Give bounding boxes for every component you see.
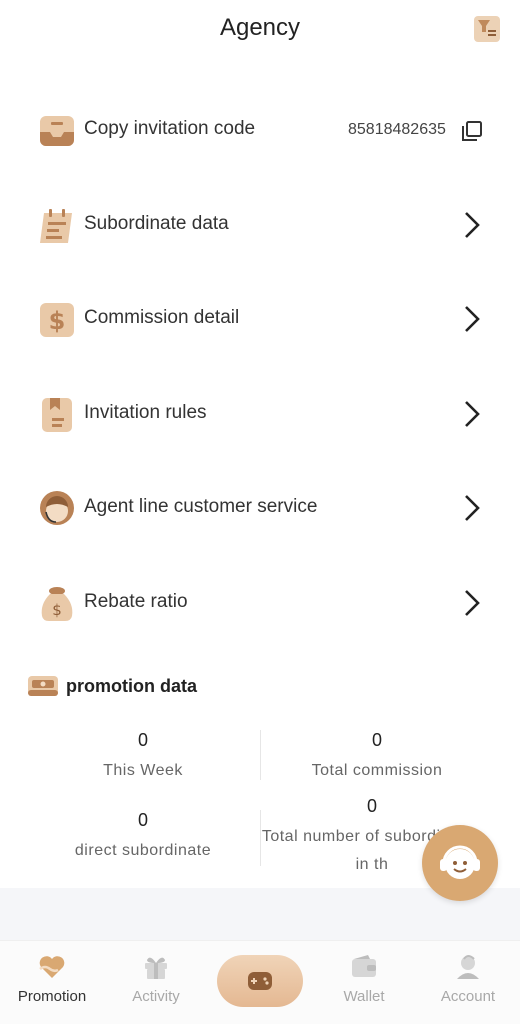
- menu-item-commission-detail[interactable]: $ Commission detail: [0, 272, 520, 367]
- tab-game-center-button[interactable]: [217, 955, 303, 1007]
- agent-avatar-icon: [40, 491, 74, 525]
- chevron-right-icon: [465, 589, 480, 616]
- page-title: Agency: [219, 14, 301, 41]
- floating-support-button[interactable]: [422, 825, 498, 901]
- menu-item-label: Rebate ratio: [84, 590, 188, 612]
- menu-item-rebate-ratio[interactable]: $ Rebate ratio: [0, 556, 520, 651]
- menu-item-invitation-rules[interactable]: Invitation rules: [0, 367, 520, 462]
- calendar-notes-icon: [40, 208, 72, 243]
- chevron-right-icon: [465, 400, 480, 427]
- gamepad-icon: [248, 972, 272, 990]
- bookmark-doc-icon: [42, 397, 72, 432]
- chevron-right-icon: [465, 211, 480, 238]
- chevron-right-icon: [465, 495, 480, 521]
- gift-icon: [145, 957, 167, 979]
- menu-item-label: Agent line customer service: [84, 496, 318, 517]
- tab-label: Account: [440, 988, 496, 1005]
- stat-total-commission: 0 Total commission: [257, 730, 497, 785]
- wallet-icon: [352, 955, 376, 977]
- menu-item-label: Commission detail: [84, 307, 240, 328]
- tab-account[interactable]: Account: [416, 941, 520, 1024]
- bottom-tab-bar: Promotion Activity Wallet Account: [0, 940, 520, 1024]
- promotion-data-title: promotion data: [66, 676, 197, 696]
- money-bag-icon: $: [41, 586, 73, 621]
- top-bar: Agency: [0, 0, 520, 62]
- svg-text:$: $: [52, 601, 62, 619]
- stat-value: 0: [366, 796, 377, 816]
- tab-promotion[interactable]: Promotion: [0, 941, 104, 1024]
- copy-icon[interactable]: [460, 119, 484, 143]
- menu-item-label: Invitation rules: [84, 401, 207, 423]
- stat-label: direct subordinate: [74, 842, 212, 859]
- tab-activity[interactable]: Activity: [104, 941, 208, 1024]
- stat-value: 0: [137, 730, 148, 750]
- stat-label: This Week: [103, 762, 183, 779]
- inbox-tray-icon: [40, 116, 74, 146]
- headset-support-icon: [440, 845, 480, 879]
- menu-item-label: Subordinate data: [84, 212, 229, 234]
- tab-label: Wallet: [343, 988, 385, 1005]
- tab-label: Promotion: [17, 988, 87, 1005]
- invitation-code-value: 85818482635: [348, 121, 446, 138]
- tab-wallet[interactable]: Wallet: [312, 941, 416, 1024]
- stat-value: 0: [371, 730, 382, 750]
- agency-doc-icon[interactable]: [472, 14, 502, 44]
- menu-item-copy-invitation-code[interactable]: Copy invitation code 85818482635: [0, 83, 520, 178]
- dollar-icon: $: [40, 303, 74, 337]
- stat-label: Total commission: [311, 762, 443, 779]
- menu-item-label: Copy invitation code: [84, 118, 256, 139]
- tab-label: Activity: [132, 988, 180, 1005]
- agency-menu: Copy invitation code 85818482635 Subordi…: [0, 83, 520, 650]
- stat-value: 0: [137, 810, 148, 830]
- stat-this-week: 0 This Week: [23, 730, 263, 785]
- promotion-heart-icon: [39, 956, 65, 978]
- menu-item-agent-customer-service[interactable]: Agent line customer service: [0, 461, 520, 556]
- chevron-right-icon: [465, 306, 480, 332]
- account-icon: [457, 955, 479, 979]
- menu-item-subordinate-data[interactable]: Subordinate data: [0, 178, 520, 273]
- wallet-cash-icon: [28, 676, 58, 696]
- svg-text:$: $: [49, 307, 66, 335]
- stat-direct-subordinate: 0 direct subordinate: [23, 810, 263, 865]
